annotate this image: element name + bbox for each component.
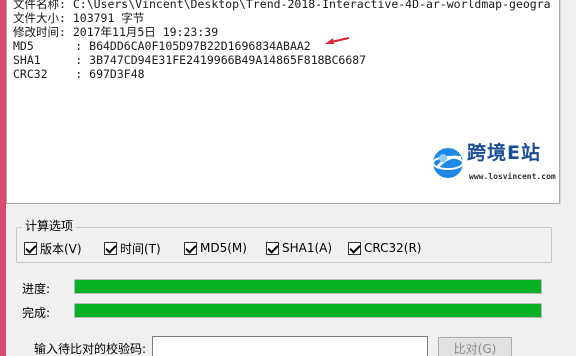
output-line-filename: 文件名称: C:\Users\Vincent\Desktop\Trend-201…	[13, 0, 551, 11]
progress-label: 进度:	[22, 282, 51, 296]
compare-input[interactable]	[152, 336, 428, 356]
red-arrow-annotation-icon	[325, 37, 349, 44]
checkbox-version-box[interactable]	[24, 241, 37, 255]
progress-bar	[74, 279, 542, 294]
checkbox-time[interactable]: 时间(T)	[104, 240, 161, 256]
complete-bar-fill	[75, 304, 541, 317]
checkbox-sha1-label: SHA1(A)	[282, 241, 333, 255]
watermark-url: www.losvincent.com	[469, 172, 556, 181]
result-output-textarea[interactable]: 文件名称: C:\Users\Vincent\Desktop\Trend-201…	[6, 0, 560, 204]
output-line-modified: 修改时间: 2017年11月5日 19:23:39	[13, 25, 219, 39]
checkbox-crc32[interactable]: CRC32(R)	[348, 240, 421, 256]
checkbox-md5[interactable]: MD5(M)	[184, 240, 247, 256]
complete-bar	[74, 303, 542, 318]
checkbox-time-label: 时间(T)	[120, 241, 161, 256]
checkbox-sha1[interactable]: SHA1(A)	[266, 240, 332, 256]
output-line-sha1: SHA1 : 3B747CD94E31FE2419966B49A14865F81…	[13, 53, 367, 67]
checkbox-crc32-label: CRC32(R)	[364, 241, 422, 255]
output-line-md5: MD5 : B64DD6CA0F105D97B22D1696834ABAA2	[13, 39, 311, 53]
checkbox-version-label: 版本(V)	[40, 241, 82, 256]
checkbox-md5-box[interactable]	[184, 241, 197, 255]
progress-bar-fill	[75, 280, 541, 293]
globe-logo-icon	[432, 148, 464, 178]
compare-button[interactable]: 比对(G)	[438, 337, 512, 356]
compare-label: 输入待比对的校验码:	[34, 342, 147, 356]
complete-label: 完成:	[22, 306, 51, 320]
output-scrollbar[interactable]	[560, 0, 576, 204]
checkbox-sha1-box[interactable]	[266, 241, 279, 255]
watermark-logo: 跨境E站 www.losvincent.com	[431, 142, 559, 182]
output-line-crc32: CRC32 : 697D3F48	[13, 67, 145, 81]
checkbox-version[interactable]: 版本(V)	[24, 240, 82, 256]
calc-options-title: 计算选项	[22, 217, 77, 234]
output-line-filesize: 文件大小: 103791 字节	[13, 11, 145, 25]
watermark-name: 跨境E站	[467, 142, 541, 164]
checkbox-crc32-box[interactable]	[348, 241, 361, 255]
checkbox-md5-label: MD5(M)	[200, 241, 247, 255]
checkbox-time-box[interactable]	[104, 241, 117, 255]
